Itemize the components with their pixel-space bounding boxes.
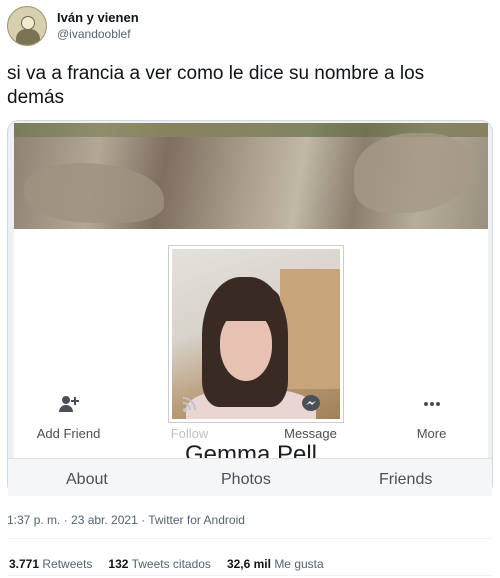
author-handle[interactable]: @ivandooblef xyxy=(57,26,139,42)
add-friend-icon xyxy=(8,394,129,414)
follow-icon xyxy=(129,394,250,414)
tweet-header: Iván y vienen @ivandooblef xyxy=(7,6,139,46)
likes-stat[interactable]: 32,6 mil Me gusta xyxy=(227,557,324,571)
quotes-label: Tweets citados xyxy=(131,557,211,571)
retweets-stat[interactable]: 3.771 Retweets xyxy=(9,557,92,571)
cover-rock xyxy=(354,133,474,213)
profile-tabs: About Photos Friends xyxy=(8,458,492,496)
more-icon xyxy=(371,394,492,414)
photo-face xyxy=(220,311,272,381)
cover-rock xyxy=(24,163,164,223)
tab-photos: Photos xyxy=(221,471,271,488)
avatar-head-shape xyxy=(21,16,35,30)
user-avatar[interactable] xyxy=(7,6,47,46)
divider xyxy=(7,575,493,576)
message-button: Message xyxy=(250,380,371,450)
avatar-body-shape xyxy=(16,29,40,45)
tweet-stats: 3.771 Retweets 132 Tweets citados 32,6 m… xyxy=(9,557,340,571)
retweets-count: 3.771 xyxy=(9,557,40,571)
messenger-icon xyxy=(250,394,371,414)
retweets-label: Retweets xyxy=(42,557,93,571)
tab-about: About xyxy=(66,471,108,488)
photo-background-wall xyxy=(280,269,340,389)
tweet-timestamp[interactable]: 1:37 p. m. · 23 abr. 2021 · Twitter for … xyxy=(7,513,245,527)
message-label: Message xyxy=(284,426,337,441)
add-friend-label: Add Friend xyxy=(36,426,101,441)
author-display-name[interactable]: Iván y vienen xyxy=(57,10,139,26)
tweet-text: si va a francia a ver como le dice su no… xyxy=(7,63,425,108)
more-button: More xyxy=(371,380,492,450)
likes-label: Me gusta xyxy=(274,557,324,571)
likes-count: 32,6 mil xyxy=(226,557,271,571)
follow-label: Follow xyxy=(170,426,209,441)
quotes-count: 132 xyxy=(108,557,129,571)
tab-friends: Friends xyxy=(379,471,433,488)
more-label: More xyxy=(416,426,447,441)
photo-bangs xyxy=(212,285,280,321)
profile-cover-photo xyxy=(14,123,488,229)
profile-card: Gemma Pell xyxy=(14,229,488,495)
add-friend-button: Add Friend xyxy=(8,380,129,450)
divider xyxy=(7,538,493,539)
quotes-stat[interactable]: 132 Tweets citados xyxy=(108,557,211,571)
profile-actions: Add Friend Follow Message More xyxy=(8,380,492,450)
author-names: Iván y vienen @ivandooblef xyxy=(57,10,139,42)
follow-button: Follow xyxy=(129,380,250,450)
